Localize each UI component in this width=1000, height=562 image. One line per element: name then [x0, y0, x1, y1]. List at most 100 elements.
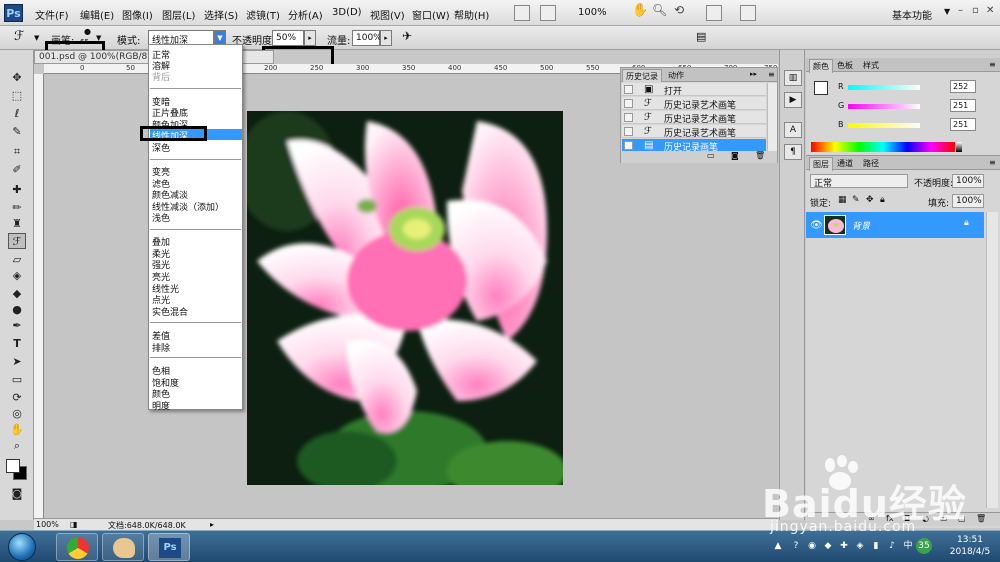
history-scrollbar[interactable] [767, 83, 777, 151]
history-art-brush-tool-icon[interactable]: ℱ [14, 29, 24, 44]
arrange-documents-icon[interactable] [706, 5, 722, 21]
chrome-task-button[interactable] [56, 533, 98, 561]
trash-icon[interactable]: 🗑︎ [755, 151, 765, 160]
character-panel-icon[interactable]: A [784, 122, 802, 138]
start-button[interactable] [8, 533, 36, 561]
eye-icon[interactable]: 👁︎ [810, 220, 823, 231]
layer-blend-select[interactable]: 正常 [810, 174, 908, 189]
tool-preset-chevron-icon[interactable]: ▼ [34, 34, 39, 42]
screen-mode-icon[interactable] [740, 5, 756, 21]
menu-window[interactable]: 窗口(W) [412, 7, 450, 22]
move-tool-icon[interactable]: ✥ [8, 70, 26, 86]
bridge-icon[interactable] [514, 5, 530, 21]
panel-menu-icon[interactable]: ≡ [986, 59, 999, 70]
link-layers-icon[interactable]: ∞ [868, 514, 875, 523]
fill-input[interactable]: 100% [952, 194, 984, 208]
history-brush-tool-icon[interactable]: ℱ [8, 233, 26, 249]
history-panel-icon[interactable]: ▥ [784, 70, 802, 86]
tray-app-icon[interactable]: ◆ [822, 540, 834, 552]
collapse-icon[interactable]: ▸▸ [747, 69, 760, 82]
history-snapshot-source-checkbox[interactable] [624, 127, 633, 136]
blur-tool-icon[interactable]: ◆ [8, 286, 26, 302]
tab-paths[interactable]: 路径 [860, 157, 882, 170]
zoom-level[interactable]: 100% [36, 520, 59, 529]
panel-menu-icon[interactable]: ≡ [986, 157, 999, 168]
menu-analysis[interactable]: 分析(A) [288, 7, 323, 22]
paint-task-button[interactable] [102, 533, 144, 561]
pen-tool-icon[interactable]: ✒ [8, 318, 26, 334]
healing-tool-icon[interactable]: ✚ [8, 182, 26, 198]
chevron-down-icon[interactable]: ▼ [944, 7, 950, 16]
panel-menu-icon[interactable]: ≡ [765, 69, 778, 82]
clock[interactable]: 13:51 2018/4/5 [944, 534, 996, 558]
quick-select-tool-icon[interactable]: ✎ [8, 124, 26, 140]
blend-option[interactable]: 排除 [152, 341, 170, 354]
red-channel-slider[interactable] [848, 85, 920, 90]
blend-mode-dropdown[interactable]: 正常 溶解 背后 变暗 正片叠底 颜色加深 线性加深 深色 变亮 滤色 颜色减淡… [148, 44, 243, 412]
new-document-from-state-icon[interactable]: ▭ [707, 151, 715, 160]
crop-tool-icon[interactable]: ⌗ [8, 144, 26, 160]
tray-app-icon[interactable]: ✚ [838, 540, 850, 552]
green-channel-slider[interactable] [848, 104, 920, 109]
history-item[interactable]: ℱ 历史记录艺术画笔 [622, 97, 766, 111]
path-select-tool-icon[interactable]: ➤ [8, 354, 26, 370]
menu-layer[interactable]: 图层(L) [162, 7, 195, 22]
blue-channel-slider[interactable] [848, 123, 920, 128]
add-mask-icon[interactable]: ◘ [904, 514, 910, 523]
lock-all-icon[interactable]: 🔒︎ [880, 195, 885, 205]
blend-option[interactable]: 深色 [152, 141, 170, 154]
zoom-icon[interactable]: 🔍︎ [652, 3, 667, 17]
clone-stamp-tool-icon[interactable]: ♜ [8, 216, 26, 232]
zoom-tool-icon[interactable]: ⌕ [8, 438, 26, 454]
menu-image[interactable]: 图像(I) [122, 7, 153, 22]
tab-layers[interactable]: 图层 [809, 157, 833, 171]
flow-slider-arrow-icon[interactable]: ▸ [380, 30, 392, 46]
lasso-tool-icon[interactable]: ℓ [8, 106, 26, 122]
red-value-input[interactable]: 252 [950, 80, 976, 93]
menu-filter[interactable]: 滤镜(T) [246, 7, 280, 22]
type-tool-icon[interactable]: T [8, 336, 26, 352]
menu-select[interactable]: 选择(S) [204, 7, 238, 22]
status-info-icon[interactable]: ◨ [70, 520, 78, 529]
opacity-input[interactable]: 50% [272, 30, 304, 46]
green-value-input[interactable]: 251 [950, 99, 976, 112]
history-snapshot-source-checkbox[interactable] [624, 113, 633, 122]
history-item[interactable]: ℱ 历史记录艺术画笔 [622, 111, 766, 125]
color-spectrum-ramp[interactable] [811, 142, 955, 152]
language-icon[interactable]: 中 [902, 540, 914, 552]
3d-orbit-tool-icon[interactable]: ◎ [8, 406, 26, 422]
tab-actions[interactable]: 动作 [665, 69, 687, 82]
layer-style-icon[interactable]: fx [886, 514, 894, 523]
layer-name[interactable]: 背景 [852, 219, 870, 232]
new-group-icon[interactable]: ▭ [940, 514, 948, 523]
volume-icon[interactable]: ♪ [886, 540, 898, 552]
blue-value-input[interactable]: 251 [950, 118, 976, 131]
hand-tool-icon[interactable]: ✋ [8, 422, 26, 438]
eyedropper-tool-icon[interactable]: ✐ [8, 162, 26, 178]
menu-3d[interactable]: 3D(D) [332, 7, 362, 18]
blend-option[interactable]: 浅色 [152, 211, 170, 224]
history-snapshot-source-checkbox[interactable] [624, 99, 633, 108]
history-item[interactable]: ℱ 历史记录艺术画笔 [622, 125, 766, 139]
paint-bucket-tool-icon[interactable]: ◈ [8, 268, 26, 284]
trash-icon[interactable]: 🗑︎ [976, 514, 986, 523]
airbrush-icon[interactable]: ✈ [402, 29, 412, 43]
tab-history[interactable]: 历史记录 [622, 69, 662, 82]
opacity-slider-arrow-icon[interactable]: ▸ [304, 30, 316, 46]
marquee-tool-icon[interactable]: ⬚ [8, 88, 26, 104]
layer-row-background[interactable]: 👁︎ 背景 🔒︎ [806, 212, 984, 238]
menu-help[interactable]: 帮助(H) [454, 7, 489, 22]
blend-option[interactable]: 实色混合 [152, 305, 188, 318]
paragraph-panel-icon[interactable]: ¶ [784, 144, 802, 160]
photoshop-task-button[interactable]: Ps [148, 533, 190, 561]
history-item[interactable]: ▣ 打开 [622, 83, 766, 97]
tray-app-icon[interactable]: ◉ [806, 540, 818, 552]
shape-tool-icon[interactable]: ▭ [8, 372, 26, 388]
close-icon[interactable]: ✕ [986, 5, 994, 16]
tab-styles[interactable]: 样式 [860, 59, 882, 72]
zoom-select[interactable]: 100% [578, 7, 607, 18]
network-icon[interactable]: ▮ [870, 540, 882, 552]
layer-opacity-input[interactable]: 100% [952, 174, 984, 188]
black-white-ramp[interactable] [956, 142, 962, 152]
help-icon[interactable]: ? [790, 540, 802, 552]
